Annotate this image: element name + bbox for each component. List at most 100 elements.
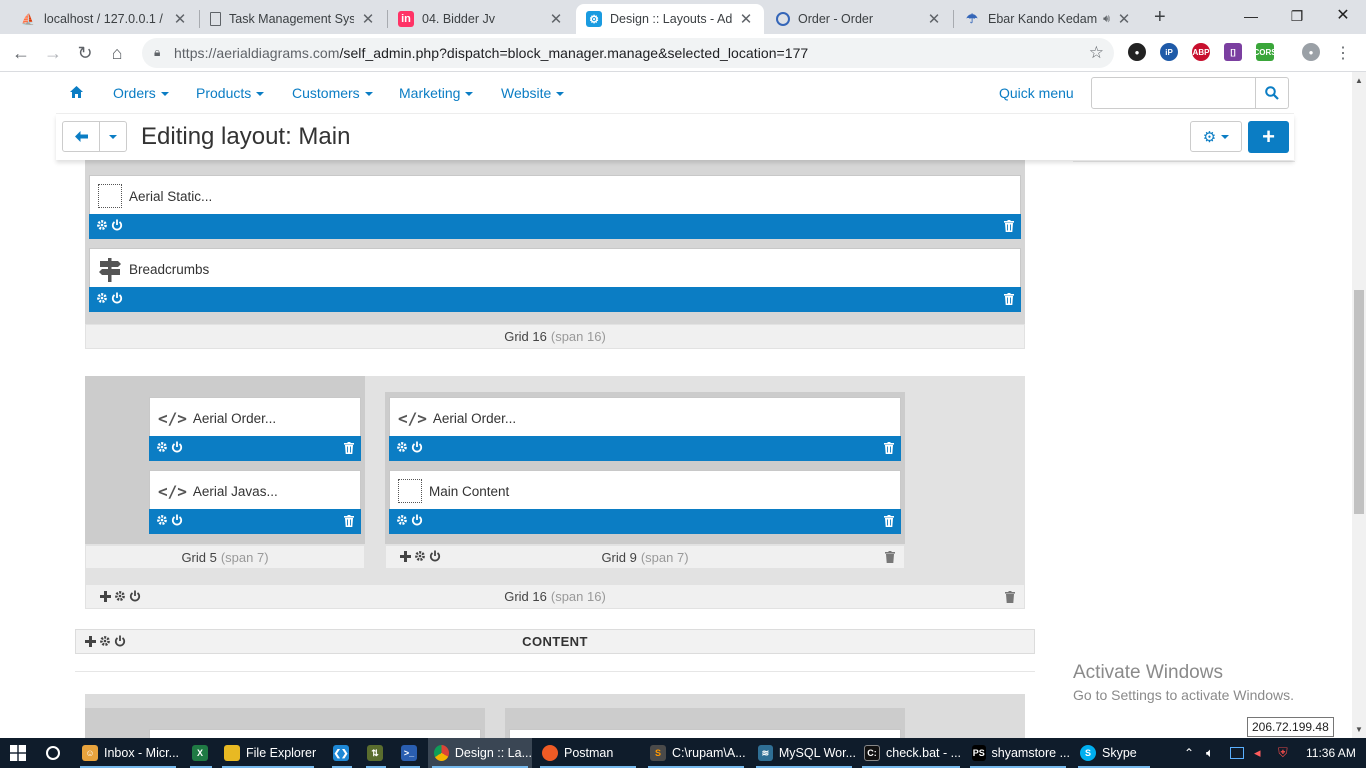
scrollbar-thumb[interactable] [1354,290,1364,514]
block-main-content[interactable]: Main Content [389,470,901,534]
block-aerial-javascript[interactable]: </> Aerial Javas... [149,470,361,534]
gear-icon[interactable] [96,292,108,304]
start-button[interactable] [10,738,26,768]
taskbar-mysql-workbench[interactable]: ≋ MySQL Wor... [752,738,856,768]
plus-icon[interactable] [100,590,111,602]
taskbar-excel[interactable]: X [186,738,216,768]
volume-icon[interactable]: 🔈︎ [1206,738,1214,768]
restore-button[interactable]: ❐ [1274,4,1320,28]
gear-icon[interactable] [396,514,408,526]
cors-extension-icon[interactable]: CORS [1253,43,1277,61]
block-next-right[interactable] [509,729,901,738]
plus-icon[interactable] [400,550,411,562]
power-icon[interactable] [171,514,183,526]
speaker-icon[interactable]: 🔊︎ [1103,13,1110,26]
trash-icon[interactable] [1004,220,1014,232]
close-icon[interactable]: ✕ [738,10,754,28]
trash-icon[interactable] [344,515,354,527]
taskbar-network-tool[interactable]: ⇅ [362,738,390,768]
search-input[interactable] [1091,77,1256,109]
power-icon[interactable] [111,292,123,304]
browser-tab-bidder[interactable]: in 04. Bidder Jv ✕ [388,4,574,34]
taskbar-sublime[interactable]: S C:\rupam\A... [644,738,748,768]
trash-icon[interactable] [885,551,895,563]
window-close-button[interactable]: ✕ [1320,4,1366,28]
trash-icon[interactable] [884,442,894,454]
taskbar-cmd[interactable]: C: check.bat - ... [858,738,964,768]
close-icon[interactable]: ✕ [360,10,376,28]
gear-icon[interactable] [396,441,408,453]
network-tray-icon[interactable] [1230,738,1244,768]
close-icon[interactable]: ✕ [548,10,564,28]
reload-icon[interactable]: ↻ [72,40,98,66]
color-picker-extension-icon[interactable]: ● [1128,43,1146,61]
back-button[interactable] [62,121,100,152]
taskbar-powershell[interactable]: >_ [396,738,424,768]
browser-tab-design-layouts[interactable]: ⚙ Design :: Layouts - Adm ✕ [576,4,764,34]
nav-orders[interactable]: Orders [113,85,169,101]
close-icon[interactable]: ✕ [172,10,188,28]
block-aerial-order-right[interactable]: </> Aerial Order... [389,397,901,461]
browser-tab-task-management[interactable]: Task Management Syste ✕ [200,4,386,34]
home-icon[interactable]: ⌂ [104,40,130,66]
power-icon[interactable] [111,219,123,231]
taskbar-outlook[interactable]: ☺ Inbox - Micr... [76,738,180,768]
block-breadcrumbs[interactable]: Breadcrumbs [89,248,1021,312]
scroll-down-icon[interactable]: ▼ [1355,725,1363,734]
plus-icon[interactable] [85,635,96,647]
gear-icon[interactable] [414,550,426,562]
power-icon[interactable] [411,514,423,526]
gear-icon[interactable] [99,635,111,647]
speaker-mute-icon[interactable]: ◂ [1254,738,1261,768]
browser-tab-order[interactable]: Order - Order ✕ [766,4,952,34]
taskbar-vscode[interactable]: ❮❯ [328,738,356,768]
taskbar-postman[interactable]: Postman [536,738,640,768]
profile-avatar-icon[interactable]: ● [1302,43,1320,61]
minimize-button[interactable]: — [1228,4,1274,28]
gear-icon[interactable] [156,514,168,526]
bracket-extension-icon[interactable]: [] [1224,43,1242,61]
close-icon[interactable]: ✕ [926,10,942,28]
browser-tab-phpmyadmin[interactable]: ⛵ localhost / 127.0.0.1 / s ✕ [10,4,198,34]
block-next-left[interactable] [149,729,481,738]
power-icon[interactable] [129,590,141,602]
taskbar-file-explorer[interactable]: File Explorer [218,738,318,768]
settings-dropdown-button[interactable]: ⚙ [1190,121,1242,152]
page-scrollbar[interactable]: ▲ ▼ [1352,72,1366,738]
power-icon[interactable] [171,441,183,453]
forward-arrow-icon[interactable]: → [40,40,66,66]
back-dropdown-button[interactable] [99,121,127,152]
scroll-up-icon[interactable]: ▲ [1355,76,1363,85]
block-aerial-static[interactable]: Aerial Static... [89,175,1021,239]
new-tab-button[interactable]: + [1154,6,1166,29]
nav-marketing[interactable]: Marketing [399,85,474,101]
home-icon[interactable] [70,85,83,101]
adblock-extension-icon[interactable]: ABP [1192,43,1210,61]
add-button[interactable]: + [1248,121,1289,153]
address-bar[interactable]: 🔒︎ https://aerialdiagrams.com/self_admin… [142,38,1114,68]
back-arrow-icon[interactable]: ← [8,40,34,66]
search-button[interactable] [1255,77,1289,109]
trash-icon[interactable] [884,515,894,527]
ip-extension-icon[interactable]: iP [1160,43,1178,61]
taskbar-phpstorm[interactable]: PS shyamstore ... [966,738,1070,768]
power-icon[interactable] [411,441,423,453]
block-aerial-order-left[interactable]: </> Aerial Order... [149,397,361,461]
cortana-button[interactable] [46,738,60,768]
bookmark-star-icon[interactable]: ☆ [1089,43,1104,63]
gear-icon[interactable] [156,441,168,453]
taskbar-clock[interactable]: 11:36 AM [1306,746,1356,760]
trash-icon[interactable] [1005,591,1015,603]
gear-icon[interactable] [96,219,108,231]
power-icon[interactable] [429,550,441,562]
close-icon[interactable]: ✕ [1116,10,1132,28]
nav-website[interactable]: Website [501,85,565,101]
browser-tab-ebar-kando[interactable]: ☂ Ebar Kando Kedam 🔊︎ ✕ [954,4,1142,34]
nav-products[interactable]: Products [196,85,265,101]
url-text[interactable]: https://aerialdiagrams.com/self_admin.ph… [174,45,808,61]
tray-chevron-up-icon[interactable]: ⌃ [1184,738,1194,768]
quick-menu-link[interactable]: Quick menu [999,85,1074,101]
power-icon[interactable] [114,635,126,647]
shield-icon[interactable]: ⛨ [1278,738,1288,768]
nav-customers[interactable]: Customers [292,85,373,101]
